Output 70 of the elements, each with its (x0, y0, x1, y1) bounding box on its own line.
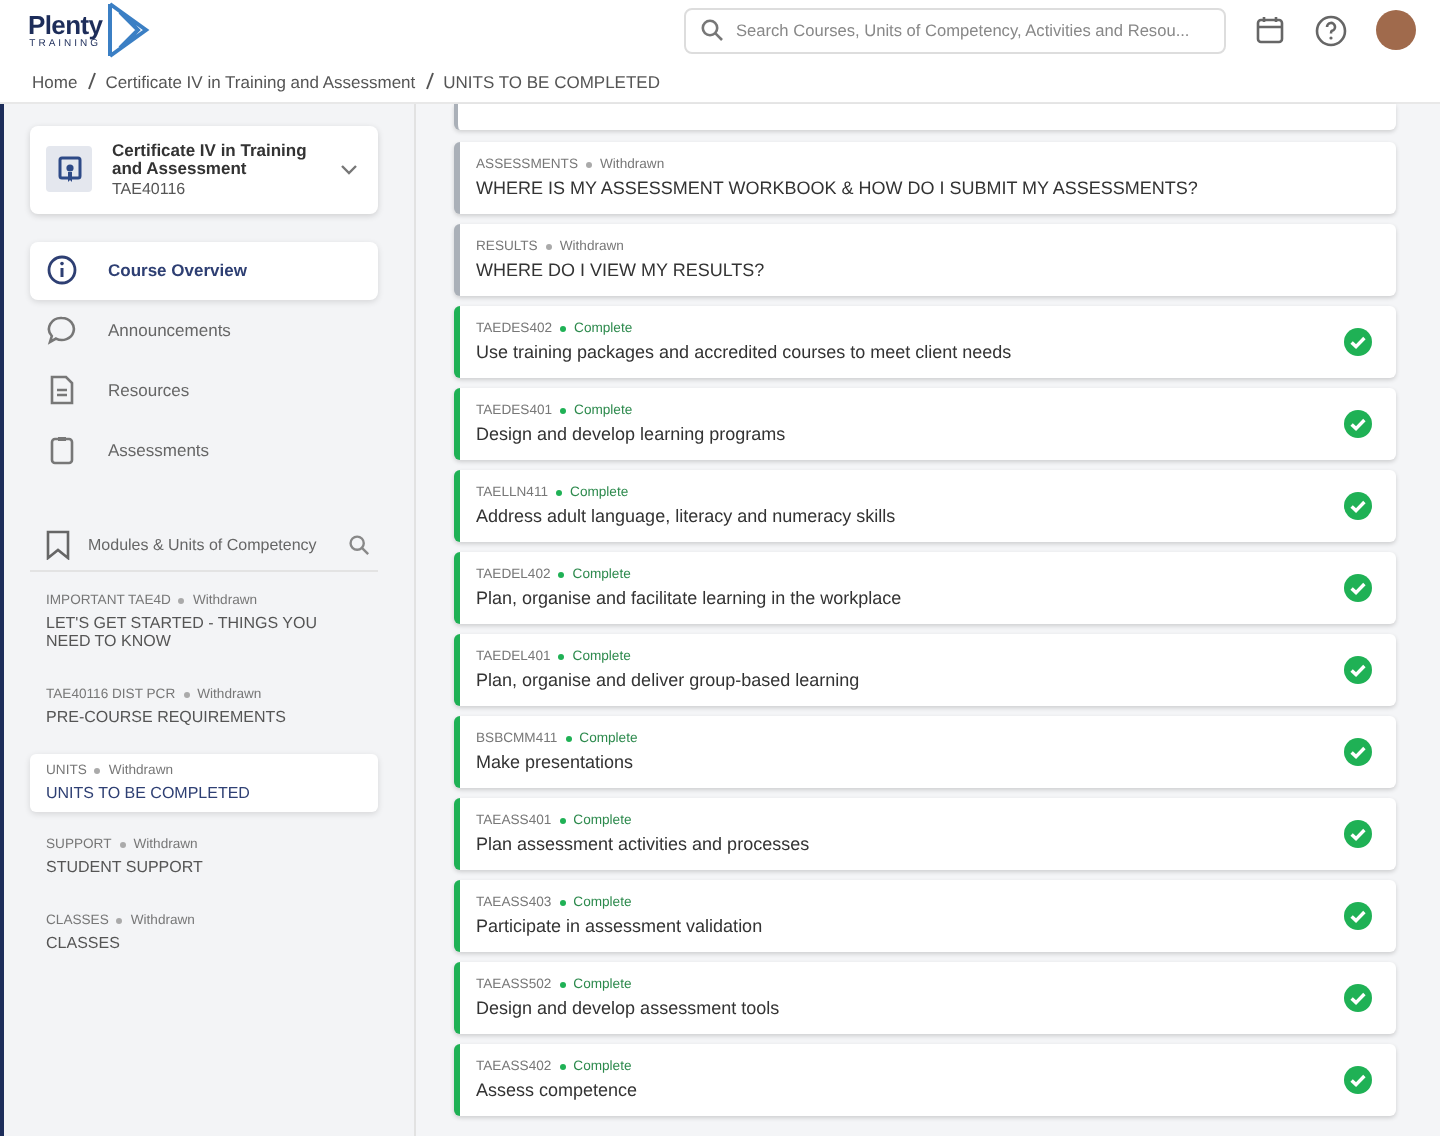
status-dot (560, 326, 567, 332)
status-dot (559, 1064, 566, 1070)
unit-title: Address adult language, literacy and numeracy skills (476, 506, 898, 526)
module-title: PRE-COURSE REQUIREMENTS (46, 708, 289, 728)
unit-title: Participate in assessment validation (476, 916, 765, 936)
slash-separator-icon (425, 72, 434, 90)
logo-mark-icon (106, 2, 151, 58)
clipboard-icon (46, 434, 78, 467)
unit-title: Use training packages and accredited courses to meet client needs (476, 342, 1014, 362)
chevron-down-icon (340, 163, 358, 176)
unit-title: Assess competence (476, 1080, 640, 1100)
unit-title: Design and develop assessment tools (476, 998, 782, 1018)
status-dot (178, 597, 185, 604)
speech-bubble-icon (46, 314, 78, 347)
course-selector[interactable]: Certificate IV in Training and Assessment TAE40116 (30, 126, 378, 214)
check-circle-icon (1344, 328, 1372, 356)
status-dot (559, 982, 566, 988)
nav-item[interactable]: Course Overview (30, 241, 378, 300)
status-dot (94, 767, 101, 774)
unit-title: Plan, organise and deliver group-based learning (476, 670, 862, 690)
check-circle-icon (1344, 820, 1372, 848)
avatar[interactable] (1376, 10, 1416, 50)
nav-item[interactable]: Announcements (30, 301, 378, 360)
status-dot (183, 692, 190, 699)
unit-title: Make presentations (476, 752, 636, 772)
check-circle-icon (1344, 656, 1372, 684)
breadcrumb-link[interactable]: Certificate IV in Training and Assessment (105, 71, 416, 91)
module-title: LET'S GET STARTED - THINGS YOU NEED TO KNOW (46, 613, 319, 653)
check-circle-icon (1344, 984, 1372, 1012)
module-title: CLASSES (46, 933, 122, 953)
check-circle-icon (1344, 492, 1372, 520)
check-circle-icon (1344, 902, 1372, 930)
status-dot (559, 900, 566, 906)
check-circle-icon (1344, 1066, 1372, 1094)
module-title: STUDENT SUPPORT (46, 858, 205, 878)
check-circle-icon (1344, 410, 1372, 438)
unit-title: Plan, organise and facilitate learning in the workplace (476, 588, 904, 608)
bookmark-icon (46, 529, 70, 560)
status-dot (586, 162, 592, 168)
nav-item[interactable]: Assessments (30, 421, 378, 480)
search-field[interactable]: Search Courses, Units of Competency, Activities and Resou... (684, 7, 1226, 53)
status-dot (560, 408, 567, 414)
certificate-icon (46, 146, 92, 193)
slash-separator-icon (87, 72, 96, 90)
breadcrumb-current[interactable]: UNITS TO BE COMPLETED (443, 71, 660, 91)
status-dot (556, 490, 563, 496)
help-icon[interactable] (1314, 13, 1348, 47)
unit-title: Plan assessment activities and processes (476, 834, 812, 854)
nav-item[interactable]: Resources (30, 361, 378, 420)
status-dot (116, 917, 123, 924)
section-heading: Modules & Units of Competency (88, 535, 319, 554)
module-title: UNITS TO BE COMPLETED (46, 783, 252, 803)
check-circle-icon (1344, 738, 1372, 766)
unit-title: WHERE DO I VIEW MY RESULTS? (476, 260, 767, 280)
course-code: TAE40116 (112, 179, 188, 198)
document-icon (46, 374, 78, 407)
info-icon (46, 254, 78, 287)
check-circle-icon (1344, 574, 1372, 602)
search-icon[interactable] (348, 533, 370, 556)
status-dot (559, 818, 566, 824)
course-title: Certificate IV in Training and Assessment (112, 142, 309, 178)
status-dot (565, 736, 572, 742)
status-dot (119, 842, 126, 849)
status-dot (545, 244, 552, 250)
status-dot (558, 654, 565, 660)
calendar-icon[interactable] (1254, 14, 1286, 46)
status-dot (558, 572, 565, 578)
unit-title: WHERE IS MY ASSESSMENT WORKBOOK & HOW DO I SUBMIT MY ASSESSMENTS? (476, 178, 1200, 198)
unit-title: Design and develop learning programs (476, 424, 788, 444)
breadcrumb-link[interactable]: Home (32, 71, 78, 91)
